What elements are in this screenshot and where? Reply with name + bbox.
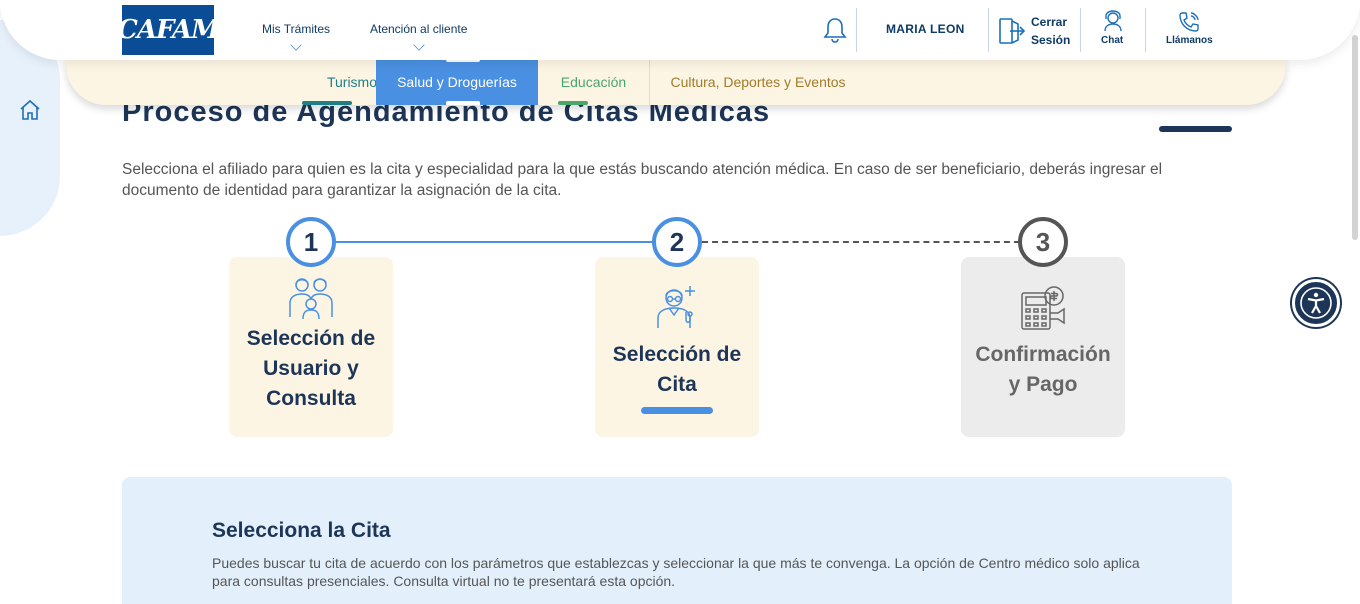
category-educacion[interactable]: Educación <box>538 58 650 105</box>
top-header: CAFAM Mis Trámites Atención al cliente M… <box>0 0 1360 60</box>
title-accent-bar <box>1159 126 1232 132</box>
user-name[interactable]: MARIA LEON <box>886 22 965 36</box>
step-label-line: Selección de <box>246 327 376 350</box>
logo-text: CAFAM <box>117 15 220 45</box>
step-label-line: Usuario y <box>263 357 359 380</box>
chevron-down-icon <box>413 39 425 51</box>
category-cultura[interactable]: Cultura, Deportes y Eventos <box>658 58 858 105</box>
step-3-card[interactable]: Confirmación y Pago <box>961 257 1125 437</box>
nav-atencion-cliente[interactable]: Atención al cliente <box>370 22 468 51</box>
step-1-label: Selección de Usuario y Consulta <box>229 324 393 414</box>
stepper-line-pending <box>702 241 1020 243</box>
step-3-label: Confirmación y Pago <box>961 340 1125 400</box>
step-1-number: 1 <box>286 217 336 267</box>
nav-label: Atención al cliente <box>370 22 468 36</box>
step-2-card[interactable]: Selección de Cita <box>595 257 759 437</box>
step-label-line: Cita <box>657 373 697 396</box>
stepper-line-completed <box>336 241 654 243</box>
nav-label: Mis Trámites <box>262 22 331 36</box>
step-2-number: 2 <box>652 217 702 267</box>
logout-label-line2: Sesión <box>1031 33 1071 47</box>
step-label-line: Consulta <box>266 387 356 410</box>
divider <box>988 8 989 52</box>
active-step-indicator <box>641 407 713 414</box>
logout-label-line1: Cerrar <box>1031 15 1068 29</box>
payment-icon <box>1021 286 1065 330</box>
accessibility-icon <box>1300 287 1332 319</box>
chat-icon[interactable] <box>1102 10 1124 32</box>
logout-icon[interactable] <box>998 16 1026 46</box>
nav-mis-tramites[interactable]: Mis Trámites <box>262 22 331 51</box>
doctor-icon <box>657 286 695 328</box>
category-salud[interactable]: Salud y Droguerías <box>376 58 538 105</box>
call-label[interactable]: Llámanos <box>1166 35 1213 46</box>
cafam-logo[interactable]: CAFAM <box>117 5 220 55</box>
step-1-card[interactable]: Selección de Usuario y Consulta <box>229 257 393 437</box>
step-label-line: Selección de <box>612 343 742 366</box>
step-label-line: y Pago <box>1008 373 1078 396</box>
step-2-label: Selección de Cita <box>595 340 759 400</box>
accessibility-button[interactable] <box>1292 279 1340 327</box>
intro-text: Selecciona el afiliado para quien es la … <box>122 161 1163 199</box>
divider <box>856 8 857 52</box>
chat-label[interactable]: Chat <box>1101 35 1123 46</box>
bell-icon[interactable] <box>822 16 848 44</box>
step-3-number: 3 <box>1018 217 1068 267</box>
panel-description: Puedes buscar tu cita de acuerdo con los… <box>212 555 1140 589</box>
home-icon[interactable] <box>18 98 42 122</box>
divider <box>1080 8 1081 52</box>
family-icon <box>289 278 333 320</box>
logout-button[interactable]: Cerrar Sesión <box>1031 13 1070 49</box>
chevron-down-icon <box>290 39 302 51</box>
divider <box>1145 8 1146 52</box>
panel-title: Selecciona la Cita <box>212 519 391 542</box>
step-label-line: Confirmación <box>975 343 1111 366</box>
page: CAFAM Mis Trámites Atención al cliente M… <box>0 0 1360 604</box>
select-appointment-panel: Selecciona la Cita Puedes buscar tu cita… <box>122 477 1232 604</box>
phone-icon[interactable] <box>1177 10 1201 34</box>
category-bar: Turismo Salud y Droguerías Educación Cul… <box>66 58 1286 105</box>
scrollbar[interactable] <box>1352 35 1358 240</box>
